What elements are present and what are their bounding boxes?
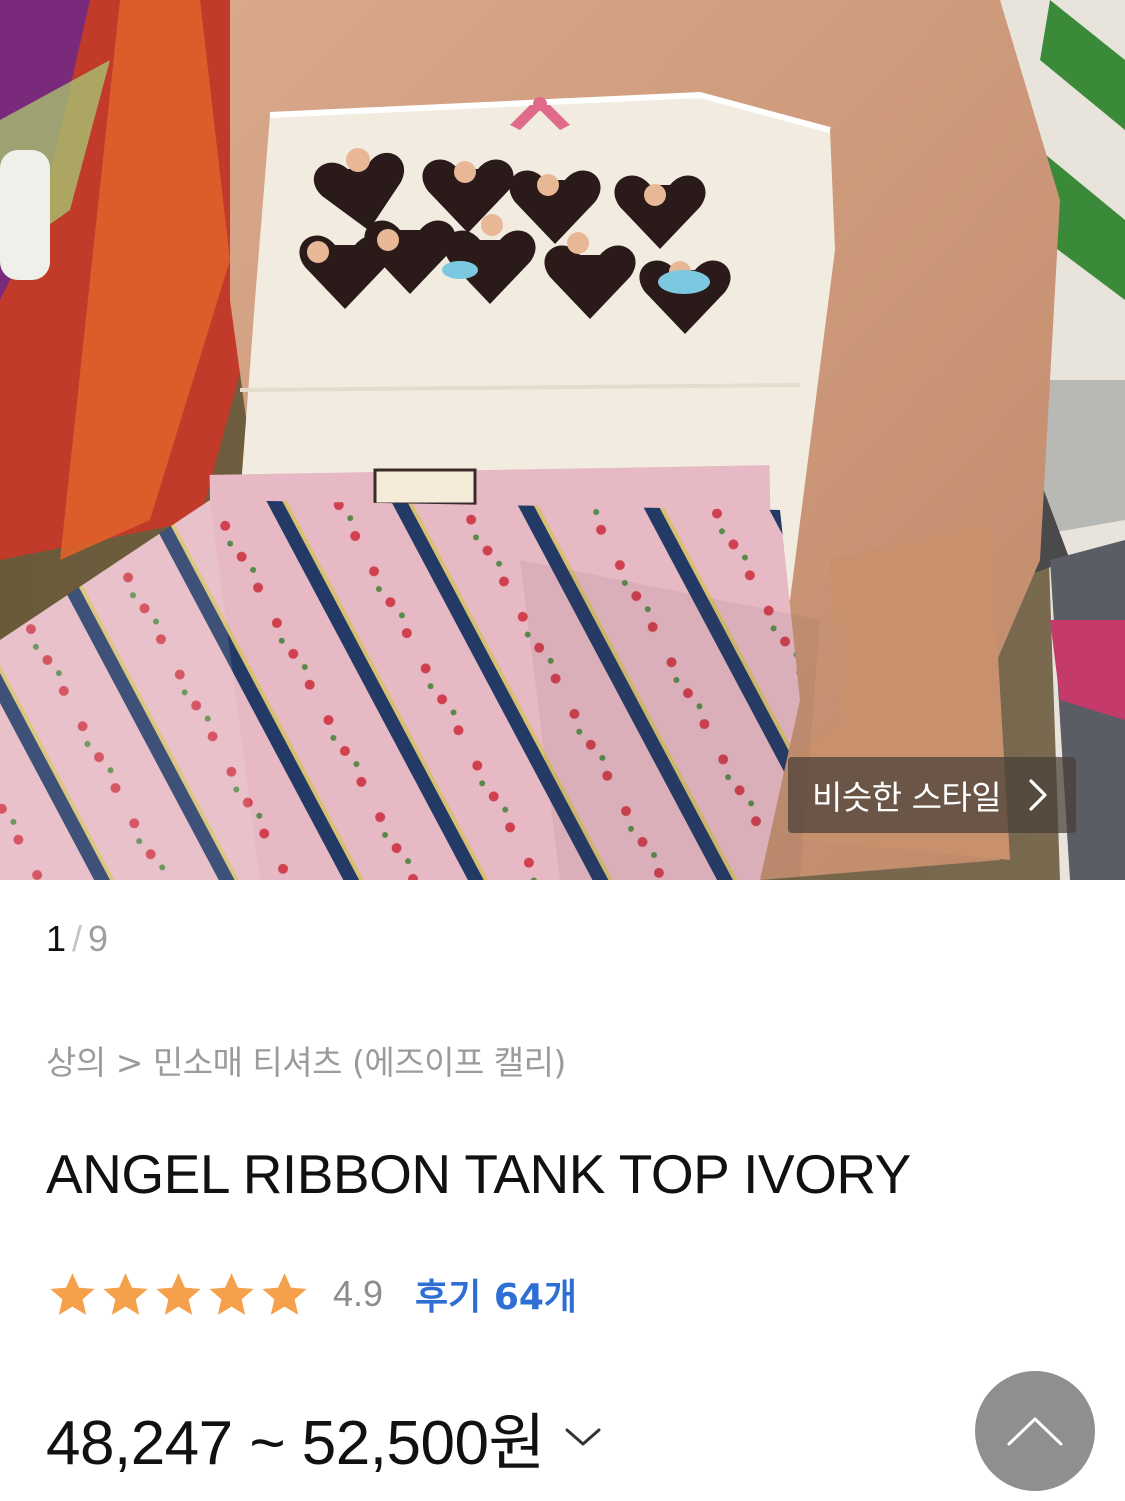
review-count-link[interactable]: 후기 64개 [415, 1268, 577, 1320]
chevron-up-icon [1007, 1417, 1063, 1446]
rating-value: 4.9 [333, 1273, 384, 1314]
chevron-right-icon [1029, 779, 1047, 811]
pager-separator: / [72, 918, 83, 959]
star-icon [103, 1272, 148, 1315]
star-icon [156, 1272, 201, 1315]
scroll-to-top-button[interactable] [975, 1371, 1095, 1491]
star-icon [262, 1272, 307, 1315]
pager-total: 9 [88, 918, 109, 959]
rating-row: 4.9 후기 64개 [46, 1266, 577, 1322]
price-row: 48,247 ~ 52,500원 [46, 1392, 603, 1482]
star-icon [50, 1272, 95, 1315]
product-title: ANGEL RIBBON TANK TOP IVORY [46, 1143, 911, 1205]
image-pager: 1/9 [46, 918, 108, 960]
star-icon [209, 1272, 254, 1315]
similar-style-button[interactable]: 비슷한 스타일 [788, 757, 1076, 833]
product-detail-page: 비슷한 스타일 1/9 상의 > 민소매 티셔츠 (에즈이프 캘리) ANGEL… [0, 0, 1125, 1501]
price-range: 48,247 ~ 52,500원 [46, 1409, 545, 1478]
chevron-down-icon[interactable] [563, 1424, 603, 1450]
similar-style-label: 비슷한 스타일 [812, 778, 1002, 817]
pager-current: 1 [46, 918, 67, 959]
category-breadcrumb[interactable]: 상의 > 민소매 티셔츠 (에즈이프 캘리) [46, 1036, 566, 1084]
product-image[interactable]: 비슷한 스타일 [0, 0, 1125, 880]
rating-stars [46, 1268, 311, 1321]
